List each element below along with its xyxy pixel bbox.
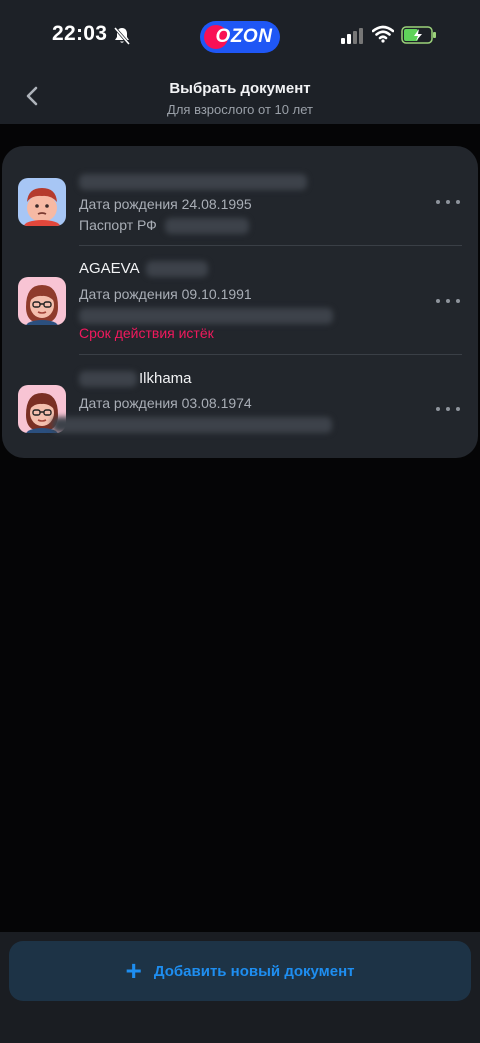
holder-surname: AGAEVA: [79, 260, 139, 277]
woman-avatar-icon: [18, 277, 66, 325]
birth-date: Дата рождения 24.08.1995: [79, 196, 252, 212]
add-document-label: Добавить новый документ: [153, 962, 355, 980]
document-holder-name: AGAEVA: [79, 260, 208, 278]
status-bar: 22:03 OZON: [0, 0, 480, 70]
document-holder-name: Ilkhama: [79, 370, 192, 388]
bell-muted-icon: [113, 27, 131, 45]
birth-date: Дата рождения 09.10.1991: [79, 286, 252, 302]
page-title: Выбрать документ: [169, 80, 311, 97]
bottom-bar: + Добавить новый документ: [0, 932, 480, 1043]
page-subtitle: Для взрослого от 10 лет: [167, 102, 313, 117]
expired-status: Срок действия истёк: [79, 325, 214, 341]
document-type-label: Паспорт РФ: [79, 217, 157, 233]
document-holder-name: [79, 173, 307, 191]
screen: 22:03 OZON Выбрать документ Для взрослог…: [0, 0, 480, 1043]
add-document-button[interactable]: + Добавить новый документ: [9, 941, 471, 1001]
redacted-document-number: [79, 308, 333, 325]
documents-list: Дата рождения 24.08.1995 Паспорт РФ AGAE…: [2, 146, 478, 458]
document-item[interactable]: Дата рождения 24.08.1995 Паспорт РФ: [2, 146, 478, 246]
ozon-logo-text: OZON: [215, 26, 273, 47]
battery-icon: [401, 26, 436, 44]
header: Выбрать документ Для взрослого от 10 лет: [0, 70, 480, 124]
boy-avatar-icon: [18, 178, 66, 226]
more-options-button[interactable]: [436, 195, 460, 209]
document-details: [79, 307, 333, 325]
document-details: [52, 416, 332, 434]
wifi-icon: [372, 25, 394, 43]
redacted-name: [145, 261, 208, 278]
redacted-document-number: [52, 417, 332, 434]
birth-date: Дата рождения 03.08.1974: [79, 395, 252, 411]
redacted-document-number: [164, 218, 249, 235]
plus-icon: +: [125, 955, 142, 986]
more-options-button[interactable]: [436, 402, 460, 416]
document-type: Паспорт РФ: [79, 217, 249, 235]
redacted-name: [79, 174, 307, 191]
document-item[interactable]: Ilkhama Дата рождения 03.08.1974: [2, 355, 478, 455]
status-time: 22:03: [52, 22, 108, 45]
more-options-button[interactable]: [436, 294, 460, 308]
holder-first-name: Ilkhama: [139, 370, 192, 387]
ozon-logo: OZON: [200, 21, 280, 53]
document-item[interactable]: AGAEVA Дата рождения 09.10.1991 Срок дей…: [2, 246, 478, 354]
cellular-signal-icon: [341, 28, 363, 44]
redacted-name: [79, 371, 137, 388]
